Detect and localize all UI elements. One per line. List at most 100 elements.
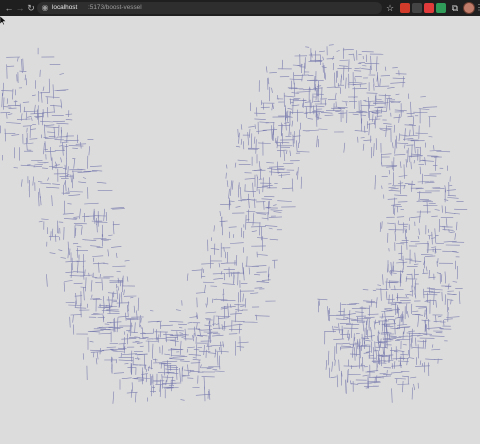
vessel-stroke <box>63 282 65 292</box>
vessel-stroke <box>49 252 56 254</box>
vessel-stroke <box>145 368 148 373</box>
vessel-stroke <box>64 139 79 142</box>
vessel-stroke <box>447 293 457 295</box>
vessel-stroke <box>338 323 340 334</box>
vessel-stroke <box>276 168 286 170</box>
vessel-stroke <box>17 57 19 62</box>
vessel-stroke <box>112 301 118 303</box>
vessel-stroke <box>336 374 339 388</box>
vessel-stroke <box>166 375 168 383</box>
vessel-stroke <box>182 375 190 377</box>
vessel-stroke <box>289 78 303 80</box>
vessel-stroke <box>51 195 53 207</box>
vessel-stroke <box>405 293 407 298</box>
vessel-stroke <box>390 261 393 276</box>
vessel-stroke <box>187 364 189 375</box>
vessel-stroke <box>237 341 249 344</box>
vessel-stroke <box>333 338 345 340</box>
vessel-stroke <box>285 150 288 155</box>
vessel-stroke <box>394 319 396 335</box>
star-icon[interactable]: ☆ <box>384 2 396 14</box>
vessel-stroke <box>303 62 306 76</box>
extension-icon-3[interactable] <box>424 3 434 13</box>
vessel-stroke <box>96 182 107 184</box>
vessel-stroke <box>366 301 378 304</box>
vessel-stroke <box>43 161 49 164</box>
vessel-stroke <box>412 125 414 136</box>
vessel-stroke <box>41 218 49 220</box>
vessel-stroke <box>414 141 416 154</box>
vessel-stroke <box>388 186 396 189</box>
avatar[interactable] <box>463 2 475 14</box>
extension-icon-4[interactable] <box>436 3 446 13</box>
vessel-stroke <box>392 142 394 149</box>
vessel-stroke <box>213 315 215 327</box>
vessel-stroke <box>64 280 73 282</box>
extensions-puzzle-icon[interactable]: ⧉ <box>449 2 461 14</box>
vessel-stroke <box>44 124 46 139</box>
vessel-stroke <box>164 353 171 356</box>
vessel-stroke <box>237 128 239 138</box>
reload-icon[interactable]: ↻ <box>25 2 37 14</box>
vessel-stroke <box>126 276 129 282</box>
vessel-stroke <box>431 246 437 248</box>
vessel-stroke <box>269 238 279 241</box>
vessel-stroke <box>380 288 382 301</box>
mouse-cursor-icon <box>0 16 6 25</box>
vessel-stroke <box>388 294 390 304</box>
vessel-stroke <box>215 298 228 301</box>
vessel-stroke <box>15 100 17 107</box>
vessel-stroke <box>364 125 366 133</box>
extension-icon-2[interactable] <box>412 3 422 13</box>
vessel-stroke <box>382 347 384 355</box>
vessel-stroke <box>394 139 396 154</box>
vessel-stroke <box>76 246 82 248</box>
vessel-canvas[interactable] <box>0 16 480 444</box>
more-vertical-icon[interactable]: ⋮ <box>475 2 480 14</box>
vessel-stroke <box>424 157 426 166</box>
vessel-stroke <box>407 147 409 163</box>
vessel-stroke <box>446 189 456 191</box>
vessel-stroke <box>292 99 294 115</box>
vessel-stroke <box>296 140 298 152</box>
site-info-icon[interactable]: ◉ <box>40 2 50 14</box>
vessel-stroke <box>204 324 212 327</box>
vessel-stroke <box>304 101 309 103</box>
vessel-stroke <box>334 92 337 100</box>
vessel-stroke <box>324 114 334 116</box>
vessel-stroke <box>82 266 85 280</box>
vessel-stroke <box>232 320 245 322</box>
vessel-stroke <box>178 323 187 325</box>
vessel-stroke <box>350 383 359 385</box>
vessel-stroke <box>394 378 406 380</box>
extension-icon-1[interactable] <box>400 3 410 13</box>
vessel-stroke <box>338 359 340 371</box>
vessel-stroke <box>121 338 137 340</box>
vessel-stroke <box>130 297 134 299</box>
vessel-stroke <box>207 332 213 334</box>
vessel-stroke <box>103 239 109 241</box>
vessel-stroke <box>23 142 34 145</box>
vessel-stroke <box>22 101 30 103</box>
vessel-stroke <box>4 128 6 142</box>
address-bar[interactable]: ◉ localhost :5173/boost-vessel <box>37 2 382 14</box>
vessel-stroke <box>387 198 398 200</box>
vessel-stroke <box>428 269 430 279</box>
vessel-stroke <box>77 247 79 258</box>
vessel-stroke <box>372 289 377 292</box>
vessel-stroke <box>240 187 242 202</box>
vessel-stroke <box>169 340 179 342</box>
vessel-stroke <box>374 175 376 190</box>
vessel-stroke <box>411 180 413 192</box>
vessel-stroke <box>67 166 69 178</box>
vessel-stroke <box>205 303 207 308</box>
vessel-stroke <box>379 78 381 87</box>
vessel-stroke <box>175 309 181 311</box>
vessel-stroke <box>235 206 241 208</box>
vessel-stroke <box>268 166 284 168</box>
vessel-stroke <box>318 299 320 306</box>
vessel-stroke <box>222 341 224 348</box>
vessel-stroke <box>169 358 185 360</box>
vessel-stroke <box>206 367 212 370</box>
vessel-stroke <box>72 314 74 323</box>
